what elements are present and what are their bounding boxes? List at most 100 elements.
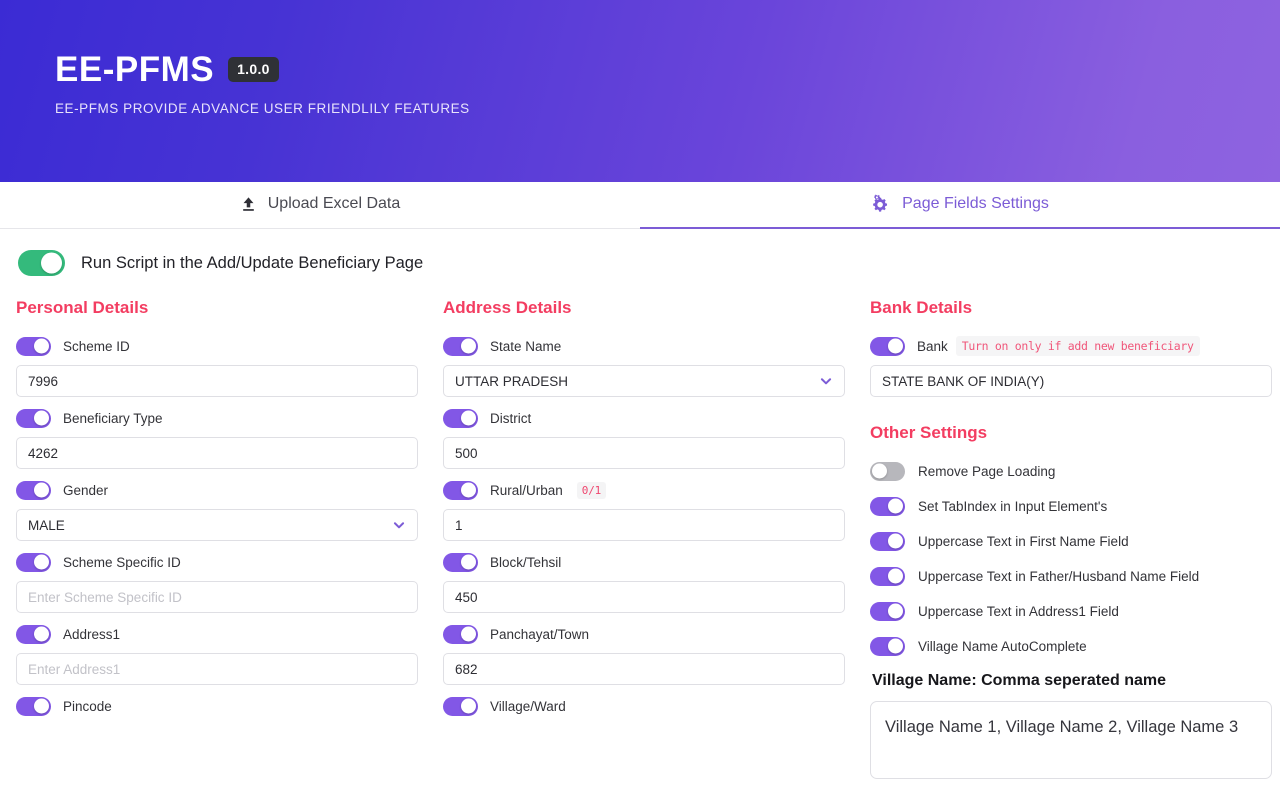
option-remove-page-loading: Remove Page Loading xyxy=(870,460,1272,482)
toggle-state-name[interactable] xyxy=(443,336,478,356)
toggle-knob xyxy=(461,482,476,498)
field-rural-urban: Rural/Urban 0/1 xyxy=(443,479,845,541)
textarea-village-names[interactable] xyxy=(870,701,1272,779)
toggle-knob xyxy=(888,533,903,549)
input-rural-urban[interactable] xyxy=(443,509,845,541)
field-panchayat-town: Panchayat/Town xyxy=(443,623,845,685)
settings-columns: Personal Details Scheme ID Beneficiary T… xyxy=(16,298,1272,784)
toggle-address1[interactable] xyxy=(16,624,51,644)
toggle-knob xyxy=(34,626,49,642)
toggle-block-tehsil[interactable] xyxy=(443,552,478,572)
field-scheme-id: Scheme ID xyxy=(16,335,418,397)
tab-page-fields-settings[interactable]: Page Fields Settings xyxy=(640,182,1280,229)
toggle-knob xyxy=(888,638,903,654)
field-gender: Gender xyxy=(16,479,418,541)
toggle-uppercase-address1[interactable] xyxy=(870,601,905,621)
label-set-tabindex: Set TabIndex in Input Element's xyxy=(918,498,1108,514)
toggle-knob xyxy=(34,338,49,354)
toggle-scheme-specific-id[interactable] xyxy=(16,552,51,572)
toggle-knob xyxy=(461,554,476,570)
section-title-personal: Personal Details xyxy=(16,298,149,317)
input-scheme-specific-id[interactable] xyxy=(16,581,418,613)
label-state-name: State Name xyxy=(490,338,562,354)
app-tagline: EE-PFMS PROVIDE ADVANCE USER FRIENDLILY … xyxy=(55,101,470,116)
toggle-village-ward[interactable] xyxy=(443,696,478,716)
toggle-pincode[interactable] xyxy=(16,696,51,716)
field-bank: Bank Turn on only if add new beneficiary xyxy=(870,335,1272,397)
toggle-knob xyxy=(34,554,49,570)
run-script-toggle[interactable] xyxy=(18,250,65,276)
label-remove-page-loading: Remove Page Loading xyxy=(918,463,1056,479)
field-village-ward: Village/Ward xyxy=(443,695,845,717)
toggle-knob xyxy=(888,498,903,514)
field-beneficiary-type: Beneficiary Type xyxy=(16,407,418,469)
input-district[interactable] xyxy=(443,437,845,469)
gears-icon xyxy=(871,194,891,214)
toggle-set-tabindex[interactable] xyxy=(870,496,905,516)
toggle-uppercase-father-husband-name[interactable] xyxy=(870,566,905,586)
select-gender[interactable] xyxy=(16,509,418,541)
badge-rural-urban: 0/1 xyxy=(576,481,607,499)
label-rural-urban: Rural/Urban xyxy=(490,482,563,498)
label-uppercase-father-husband-name: Uppercase Text in Father/Husband Name Fi… xyxy=(918,568,1200,584)
field-pincode: Pincode xyxy=(16,695,418,717)
option-uppercase-first-name: Uppercase Text in First Name Field xyxy=(870,530,1272,552)
main-content: Run Script in the Add/Update Beneficiary… xyxy=(0,229,1280,784)
toggle-knob xyxy=(888,603,903,619)
input-panchayat-town[interactable] xyxy=(443,653,845,685)
field-block-tehsil: Block/Tehsil xyxy=(443,551,845,613)
upload-icon xyxy=(240,196,257,213)
label-village-ward: Village/Ward xyxy=(490,698,566,714)
hint-bank: Turn on only if add new beneficiary xyxy=(955,336,1200,356)
label-bank: Bank xyxy=(917,338,948,354)
toggle-gender[interactable] xyxy=(16,480,51,500)
run-script-row: Run Script in the Add/Update Beneficiary… xyxy=(18,250,1264,276)
input-block-tehsil[interactable] xyxy=(443,581,845,613)
toggle-scheme-id[interactable] xyxy=(16,336,51,356)
input-address1[interactable] xyxy=(16,653,418,685)
label-uppercase-first-name: Uppercase Text in First Name Field xyxy=(918,533,1129,549)
run-script-label: Run Script in the Add/Update Beneficiary… xyxy=(81,253,424,272)
tab-upload-excel-data[interactable]: Upload Excel Data xyxy=(0,182,640,229)
option-village-name-autocomplete: Village Name AutoComplete xyxy=(870,635,1272,657)
toggle-knob xyxy=(872,463,887,479)
label-uppercase-address1: Uppercase Text in Address1 Field xyxy=(918,603,1119,619)
toggle-panchayat-town[interactable] xyxy=(443,624,478,644)
label-scheme-id: Scheme ID xyxy=(63,338,130,354)
section-title-other-settings: Other Settings xyxy=(870,423,988,442)
input-scheme-id[interactable] xyxy=(16,365,418,397)
toggle-beneficiary-type[interactable] xyxy=(16,408,51,428)
toggle-knob xyxy=(34,410,49,426)
toggle-village-name-autocomplete[interactable] xyxy=(870,636,905,656)
option-set-tabindex: Set TabIndex in Input Element's xyxy=(870,495,1272,517)
section-title-address: Address Details xyxy=(443,298,572,317)
toggle-knob xyxy=(888,568,903,584)
address-details-column: Address Details State Name District xyxy=(443,298,845,727)
brand-row: EE-PFMS 1.0.0 xyxy=(55,52,1280,87)
label-gender: Gender xyxy=(63,482,109,498)
select-state-name[interactable] xyxy=(443,365,845,397)
personal-details-column: Personal Details Scheme ID Beneficiary T… xyxy=(16,298,418,727)
field-address1: Address1 xyxy=(16,623,418,685)
tab-label-upload: Upload Excel Data xyxy=(267,195,401,212)
toggle-district[interactable] xyxy=(443,408,478,428)
toggle-knob xyxy=(461,338,476,354)
toggle-uppercase-first-name[interactable] xyxy=(870,531,905,551)
label-beneficiary-type: Beneficiary Type xyxy=(63,410,163,426)
field-scheme-specific-id: Scheme Specific ID xyxy=(16,551,418,613)
tab-label-settings: Page Fields Settings xyxy=(902,194,1049,212)
option-uppercase-address1: Uppercase Text in Address1 Field xyxy=(870,600,1272,622)
input-bank[interactable] xyxy=(870,365,1272,397)
tab-bar: Upload Excel Data Page Fields Settings xyxy=(0,182,1280,229)
toggle-remove-page-loading[interactable] xyxy=(870,461,905,481)
label-block-tehsil: Block/Tehsil xyxy=(490,554,562,570)
toggle-knob xyxy=(34,482,49,498)
toggle-bank[interactable] xyxy=(870,336,905,356)
toggle-knob xyxy=(461,410,476,426)
toggle-rural-urban[interactable] xyxy=(443,480,478,500)
label-village-name-list: Village Name: Comma seperated name xyxy=(872,672,1167,689)
input-beneficiary-type[interactable] xyxy=(16,437,418,469)
bank-and-other-column: Bank Details Bank Turn on only if add ne… xyxy=(870,298,1272,784)
field-district: District xyxy=(443,407,845,469)
toggle-knob xyxy=(461,698,476,714)
